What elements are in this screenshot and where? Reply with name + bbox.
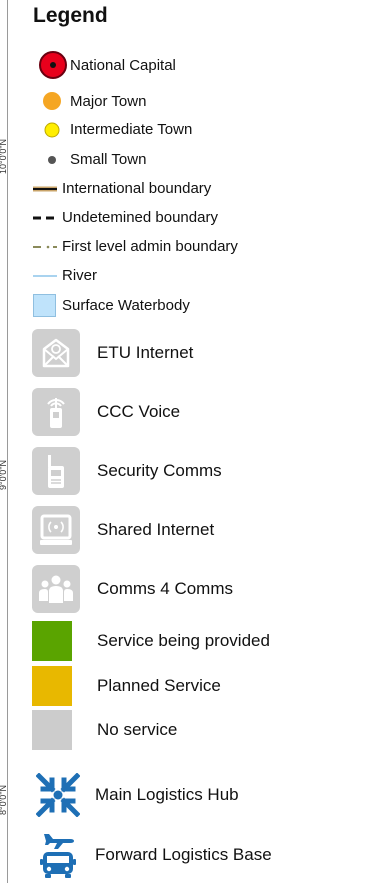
planned-service-swatch [32,666,72,706]
legend-label-etu-internet: ETU Internet [97,343,194,362]
legend-label-shared-internet: Shared Internet [97,520,215,539]
legend-item-security-comms: Security Comms [32,447,222,495]
legend-item-international-boundary: International boundary [33,180,211,197]
legend-item-planned-service: Planned Service [32,666,221,706]
legend-label-security-comms: Security Comms [97,461,222,480]
legend-label-national-capital: National Capital [70,56,176,74]
legend-label-river: River [62,267,98,284]
legend-item-intermediate-town: Intermediate Town [44,121,192,138]
intermediate-town-icon [44,122,60,137]
legend-label-intermediate-town: Intermediate Town [70,121,193,138]
legend-item-etu-internet: ETU Internet [32,329,193,377]
legend-item-comms-4-comms: Comms 4 Comms [32,565,233,613]
legend-item-forward-logistics-base: Forward Logistics Base [36,830,272,880]
admin-boundary-icon [33,245,57,248]
legend-item-main-logistics-hub: Main Logistics Hub [36,773,239,817]
legend-item-service-provided: Service being provided [32,621,270,661]
legend-label-comms-4-comms: Comms 4 Comms [97,579,234,598]
forward-base-icon [40,834,76,878]
legend-item-no-service: No service [32,710,177,750]
legend-item-admin-boundary: First level admin boundary [33,238,238,255]
legend-label-international-boundary: International boundary [62,180,212,197]
computer-icon [32,506,80,554]
river-icon [33,274,57,277]
legend-label-undetermined-boundary: Undetemined boundary [62,209,218,226]
legend-label-admin-boundary: First level admin boundary [62,238,238,255]
legend-item-small-town: Small Town [47,151,146,168]
phone-icon [32,388,80,436]
legend-item-waterbody: Surface Waterbody [33,294,190,317]
small-town-icon [48,155,56,164]
legend-label-forward-logistics-base: Forward Logistics Base [95,845,272,864]
waterbody-icon [33,294,56,317]
legend-label-waterbody: Surface Waterbody [62,297,190,314]
no-service-swatch [32,710,72,750]
legend-label-small-town: Small Town [70,151,147,168]
email-icon [32,329,80,377]
international-boundary-icon [33,186,57,191]
latitude-label-9n: 9°0'0"N [0,459,8,491]
latitude-label-10n: 10°0'0"N [0,138,8,174]
legend-label-planned-service: Planned Service [97,676,221,695]
legend-item-major-town: Major Town [42,91,146,111]
major-town-icon [43,92,61,110]
people-icon [32,565,80,613]
legend-label-no-service: No service [97,720,178,739]
legend-item-river: River [33,267,97,284]
legend-label-main-logistics-hub: Main Logistics Hub [95,785,239,804]
national-capital-icon [39,51,67,79]
legend-item-ccc-voice: CCC Voice [32,388,180,436]
legend-item-national-capital: National Capital [38,50,176,80]
legend-title: Legend [33,4,108,27]
undetermined-boundary-icon [33,216,57,219]
logistics-hub-icon [36,773,80,817]
service-provided-swatch [32,621,72,661]
latitude-label-8n: 8°0'0"N [0,784,8,816]
legend-item-undetermined-boundary: Undetemined boundary [33,209,218,226]
legend-label-ccc-voice: CCC Voice [97,402,181,421]
legend-label-major-town: Major Town [70,92,147,110]
legend-item-shared-internet: Shared Internet [32,506,214,554]
legend-label-service-provided: Service being provided [97,631,270,650]
radio-icon [32,447,80,495]
map-frame-line [7,0,8,883]
